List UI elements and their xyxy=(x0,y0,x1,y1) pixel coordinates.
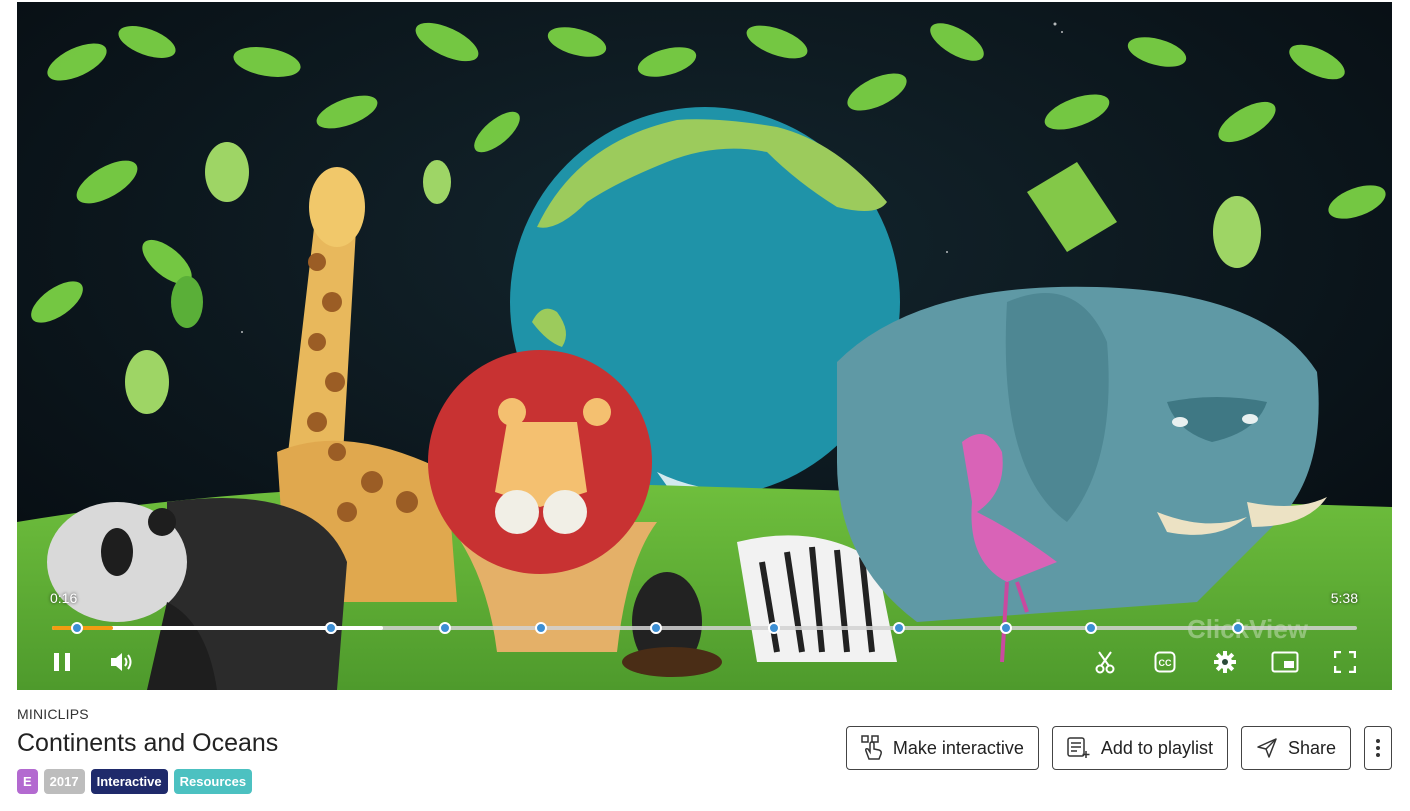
video-title: Continents and Oceans xyxy=(17,729,279,757)
pause-icon xyxy=(54,653,70,671)
tag-list: E 2017 Interactive Resources xyxy=(17,769,253,794)
make-interactive-button[interactable]: Make interactive xyxy=(845,726,1039,770)
hand-pointer-icon xyxy=(861,735,882,760)
add-to-playlist-label: Add to playlist xyxy=(1100,737,1213,758)
action-bar: Make interactive Add to playlist Share xyxy=(845,726,1392,770)
total-time: 5:38 xyxy=(1330,590,1358,606)
tag-year: 2017 xyxy=(43,769,85,794)
playlist-add-icon xyxy=(1067,737,1090,758)
send-icon xyxy=(1257,738,1277,758)
chapter-marker[interactable] xyxy=(1084,622,1097,634)
pause-button[interactable] xyxy=(45,645,79,679)
tag-resources[interactable]: Resources xyxy=(173,769,253,794)
svg-text:CC: CC xyxy=(1159,658,1172,668)
clip-button[interactable] xyxy=(1088,645,1122,679)
chapter-marker[interactable] xyxy=(438,622,451,634)
make-interactive-label: Make interactive xyxy=(892,737,1024,758)
settings-button[interactable] xyxy=(1208,645,1242,679)
progress-bar[interactable] xyxy=(52,622,1357,634)
current-time: 0:16 xyxy=(50,590,78,606)
video-player[interactable]: ClickView 0:16 5:38 CC xyxy=(17,2,1392,690)
gear-icon xyxy=(1214,651,1236,673)
fullscreen-button[interactable] xyxy=(1328,645,1362,679)
video-frame: ClickView xyxy=(17,2,1392,690)
more-options-button[interactable] xyxy=(1364,726,1392,770)
volume-button[interactable] xyxy=(105,645,139,679)
fullscreen-icon xyxy=(1334,651,1356,673)
chapter-marker[interactable] xyxy=(767,622,780,634)
add-to-playlist-button[interactable]: Add to playlist xyxy=(1051,726,1228,770)
pip-button[interactable] xyxy=(1268,645,1302,679)
scissors-icon xyxy=(1095,651,1115,674)
chapter-marker[interactable] xyxy=(70,622,83,634)
chapter-marker[interactable] xyxy=(892,622,905,634)
tag-interactive[interactable]: Interactive xyxy=(90,769,168,794)
share-label: Share xyxy=(1287,737,1336,758)
provider-label: MINICLIPS xyxy=(17,706,89,722)
volume-icon xyxy=(111,653,132,671)
pip-icon xyxy=(1271,651,1299,673)
share-button[interactable]: Share xyxy=(1240,726,1351,770)
tag-rating: E xyxy=(17,769,38,794)
captions-button[interactable]: CC xyxy=(1148,645,1182,679)
more-vertical-icon xyxy=(1376,739,1380,757)
cc-icon: CC xyxy=(1154,651,1176,673)
chapter-marker[interactable] xyxy=(999,622,1012,634)
